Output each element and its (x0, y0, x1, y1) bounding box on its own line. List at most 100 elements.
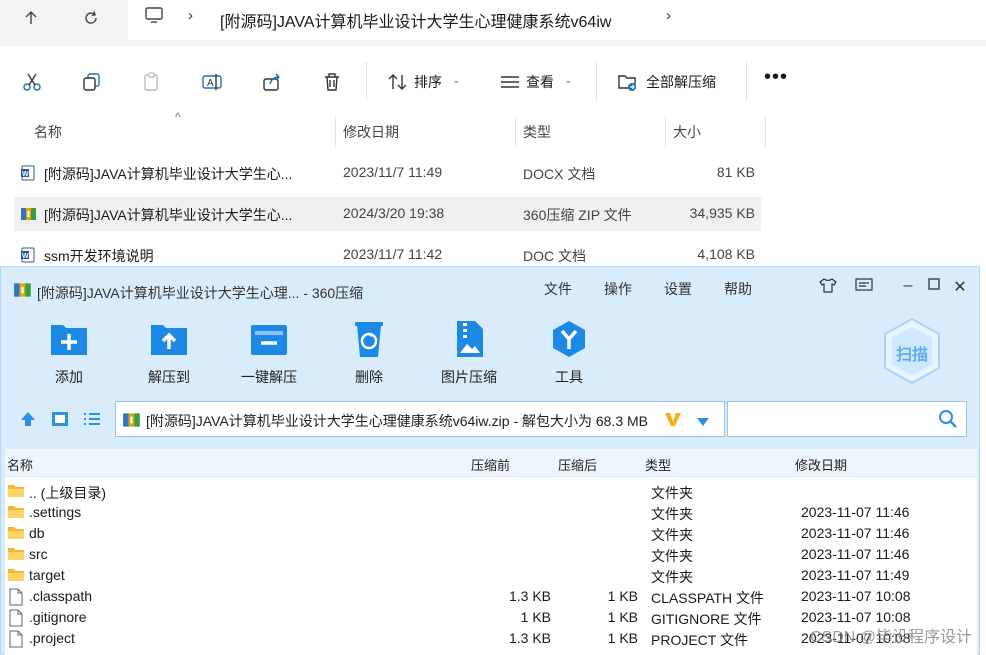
menu-file[interactable]: 文件 (544, 279, 572, 299)
rename-button[interactable]: A (198, 68, 226, 96)
archive-row[interactable]: .. (上级目录) 文件夹 (5, 481, 977, 502)
minimize-button[interactable]: – (897, 277, 919, 295)
up-arrow-button[interactable] (16, 6, 46, 30)
entry-size-before: 1 KB (520, 609, 551, 625)
file-size: 4,108 KB (697, 246, 755, 262)
list-view-button[interactable] (83, 410, 101, 431)
delete-button[interactable] (318, 68, 346, 96)
address-box[interactable]: › [附源码]JAVA计算机毕业设计大学生心理健康系统v64iw › (128, 0, 986, 40)
extract-folder-icon (614, 68, 642, 96)
share-button[interactable] (258, 68, 286, 96)
column-header-before[interactable]: 压缩前 (471, 455, 510, 474)
column-header-size[interactable]: 大小 (673, 122, 701, 142)
view-button[interactable]: 查看 ⌄ (496, 58, 580, 104)
column-header-after[interactable]: 压缩后 (558, 455, 597, 474)
chevron-down-icon: ⌄ (564, 75, 573, 86)
folder-icon (7, 525, 25, 544)
breadcrumb-folder[interactable]: [附源码]JAVA计算机毕业设计大学生心理健康系统v64iw (220, 8, 611, 32)
svg-text:W: W (22, 171, 29, 178)
folder-icon (7, 567, 25, 586)
archive-row[interactable]: db 文件夹 2023-11-07 11:46 (5, 523, 977, 544)
scan-button[interactable]: 扫描 (881, 317, 943, 385)
feedback-button[interactable] (853, 277, 875, 298)
maximize-button[interactable] (923, 277, 945, 295)
chevron-down-icon: ⌄ (452, 75, 461, 86)
file-modified: 2023/11/7 11:42 (343, 246, 443, 262)
archive-search-input[interactable] (727, 401, 967, 437)
tools-label: 工具 (555, 369, 583, 385)
close-button[interactable]: ✕ (949, 277, 971, 297)
file-row-selected[interactable]: [附源码]JAVA计算机毕业设计大学生心... 2024/3/20 19:38 … (14, 197, 761, 231)
svg-text:W: W (22, 253, 29, 260)
file-size: 81 KB (716, 164, 755, 180)
cut-button[interactable] (18, 68, 46, 96)
sort-button[interactable]: 排序 ⌄ (384, 58, 468, 104)
entry-name: .project (29, 630, 75, 646)
file-name: [附源码]JAVA计算机毕业设计大学生心... (44, 207, 293, 223)
column-divider[interactable] (515, 116, 516, 148)
menu-operate[interactable]: 操作 (604, 279, 632, 299)
entry-type: 文件夹 (651, 548, 693, 564)
tools-hexagon-icon (553, 321, 585, 357)
file-icon (7, 588, 25, 609)
dropdown-arrow-icon[interactable] (696, 414, 710, 430)
archive-row[interactable]: .classpath 1.3 KB 1 KB CLASSPATH 文件 2023… (5, 586, 977, 607)
more-options-button[interactable]: ••• (764, 66, 788, 89)
column-header-modified[interactable]: 修改日期 (795, 455, 847, 474)
up-level-button[interactable] (19, 410, 37, 431)
refresh-button[interactable] (76, 6, 106, 30)
file-type: 360压缩 ZIP 文件 (523, 207, 632, 223)
thumbnail-view-icon (52, 412, 68, 426)
thumbnail-view-button[interactable] (51, 410, 69, 431)
column-header-type[interactable]: 类型 (645, 455, 671, 474)
word-icon: W (20, 165, 36, 184)
column-divider[interactable] (765, 116, 766, 148)
folder-icon (7, 483, 25, 502)
recycle-bin-icon (355, 322, 383, 357)
column-header-name[interactable]: 名称 (34, 122, 62, 142)
archive-list-header: 名称 压缩前 压缩后 类型 修改日期 (5, 449, 977, 477)
column-header-modified[interactable]: 修改日期 (343, 122, 399, 142)
computer-icon (144, 6, 164, 27)
search-icon[interactable] (938, 409, 958, 432)
arrow-up-icon (25, 11, 37, 24)
file-row[interactable]: W [附源码]JAVA计算机毕业设计大学生心... 2023/11/7 11:4… (14, 156, 761, 190)
one-click-extract-icon (251, 325, 287, 355)
entry-type: CLASSPATH 文件 (651, 590, 765, 606)
scissors-icon (23, 73, 41, 91)
sort-ascending-icon: ^ (175, 110, 181, 124)
archive-row[interactable]: src 文件夹 2023-11-07 11:46 (5, 544, 977, 565)
zip-window: [附源码]JAVA计算机毕业设计大学生心理... - 360压缩 文件 操作 设… (0, 266, 980, 655)
skin-button[interactable] (817, 277, 839, 298)
watermark: CSDN @毕设程序设计 (809, 629, 972, 646)
column-header-name[interactable]: 名称 (7, 455, 33, 474)
shirt-icon (819, 278, 837, 293)
share-icon (263, 73, 280, 91)
entry-size-before: 1.3 KB (508, 588, 551, 604)
paste-button[interactable] (138, 68, 166, 96)
file-name: [附源码]JAVA计算机毕业设计大学生心... (44, 166, 293, 182)
column-header-type[interactable]: 类型 (523, 122, 551, 142)
refresh-icon (85, 11, 97, 24)
entry-name: db (29, 525, 45, 541)
entry-name: .settings (29, 504, 82, 520)
rename-icon: A (202, 74, 222, 90)
archive-row[interactable]: .settings 文件夹 2023-11-07 11:46 (5, 502, 977, 523)
sort-label: 排序 (414, 74, 442, 90)
archive-path-field[interactable]: [附源码]JAVA计算机毕业设计大学生心理健康系统v64iw.zip - 解包大… (115, 401, 725, 437)
copy-button[interactable] (78, 68, 106, 96)
image-compress-icon (457, 321, 483, 357)
column-divider[interactable] (665, 116, 666, 148)
zip-app-icon (13, 281, 33, 302)
trash-icon (325, 73, 339, 91)
extract-all-button[interactable]: 全部解压缩 (614, 58, 734, 104)
column-divider[interactable] (335, 116, 336, 148)
chevron-right-icon[interactable]: › (666, 7, 671, 24)
chevron-right-icon[interactable]: › (188, 7, 193, 24)
vip-badge-icon[interactable] (664, 410, 682, 431)
menu-help[interactable]: 帮助 (724, 279, 752, 299)
command-bar: A 排序 ⌄ 查看 ⌄ 全部解压缩 ••• (0, 58, 986, 104)
archive-row[interactable]: target 文件夹 2023-11-07 11:49 (5, 565, 977, 586)
menu-settings[interactable]: 设置 (664, 279, 692, 299)
zip-icon (122, 411, 142, 432)
